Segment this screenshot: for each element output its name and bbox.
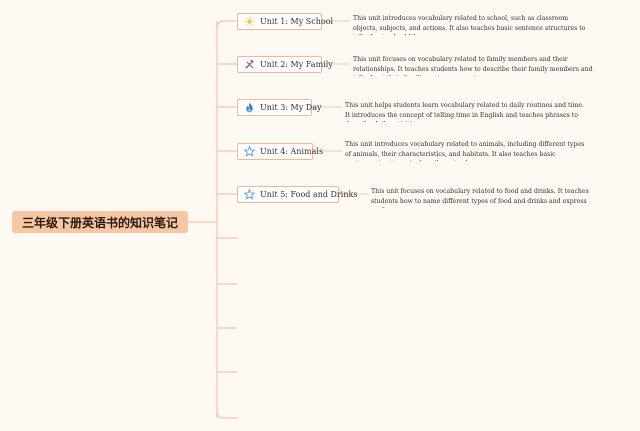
- branch-unit-1: [216, 20, 237, 29]
- unit-label: Unit 3: My Day: [260, 103, 322, 112]
- unit-label: Unit 2: My Family: [260, 60, 333, 69]
- unit-label: Unit 1: My School: [260, 17, 334, 26]
- unit-node-1[interactable]: Unit 1: My School: [237, 13, 333, 30]
- tools-icon: [244, 59, 255, 70]
- unit-node-5[interactable]: Unit 5: Food and Drinks: [237, 186, 357, 203]
- root-node[interactable]: 三年级下册英语书的知识笔记: [12, 211, 188, 233]
- unit-description-5: This unit focuses on vocabulary related …: [371, 188, 589, 208]
- unit-label: Unit 4: Animals: [260, 147, 324, 156]
- sun-icon: [244, 16, 255, 27]
- empty-branch-5: [216, 410, 237, 419]
- star-icon: [244, 189, 255, 200]
- star-icon: [244, 146, 255, 157]
- unit-description-3: This unit helps students learn vocabular…: [345, 102, 584, 122]
- unit-node-2[interactable]: Unit 2: My Family: [237, 56, 333, 73]
- root-title: 三年级下册英语书的知识笔记: [21, 215, 178, 230]
- unit-description-2: This unit focuses on vocabulary related …: [353, 56, 593, 76]
- mind-map-canvas: 三年级下册英语书的知识笔记 Unit 1: My School This uni…: [0, 0, 640, 431]
- unit-node-4[interactable]: Unit 4: Animals: [237, 143, 323, 160]
- unit-label: Unit 5: Food and Drinks: [260, 190, 358, 199]
- unit-description-1: This unit introduces vocabulary related …: [353, 15, 586, 35]
- flame-icon: [244, 102, 255, 113]
- unit-node-3[interactable]: Unit 3: My Day: [237, 99, 322, 116]
- unit-description-4: This unit introduces vocabulary related …: [345, 141, 585, 161]
